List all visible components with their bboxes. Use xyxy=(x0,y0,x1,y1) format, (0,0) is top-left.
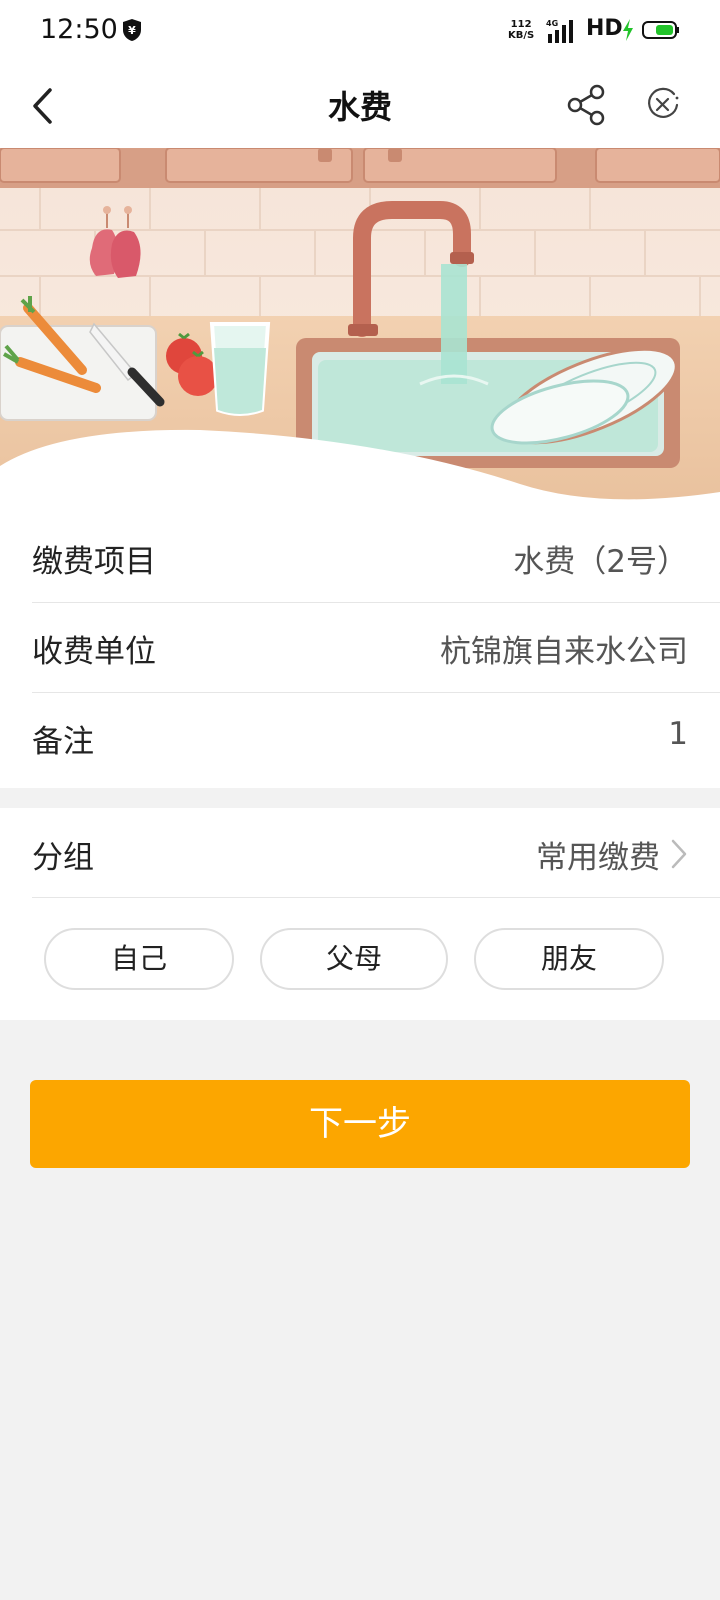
group-chip-self[interactable]: 自己 xyxy=(44,928,234,990)
detail-row-note[interactable]: 备注 1 xyxy=(32,692,720,782)
group-chip-friends[interactable]: 朋友 xyxy=(474,928,664,990)
note-value[interactable]: 1 xyxy=(668,716,688,752)
group-row[interactable]: 分组 常用缴费 xyxy=(32,808,720,898)
detail-row-payee: 收费单位 杭锦旗自来水公司 xyxy=(32,602,720,692)
detail-label: 收费单位 xyxy=(32,634,156,670)
detail-row-item: 缴费项目 水费（2号） xyxy=(32,512,720,602)
svg-text:4G: 4G xyxy=(546,19,558,28)
close-icon[interactable] xyxy=(644,86,682,124)
status-bar: 12:50 ¥ 112 KB/S 4G HD xyxy=(0,0,720,62)
signal-icon: 4G xyxy=(546,19,573,43)
bill-details-card: 缴费项目 水费（2号） 收费单位 杭锦旗自来水公司 备注 1 xyxy=(0,512,720,788)
detail-value: 水费（2号） xyxy=(513,544,688,580)
group-label: 分组 xyxy=(32,840,94,876)
group-card: 分组 常用缴费 自己 父母 朋友 xyxy=(0,808,720,1020)
nav-bar: 水费 xyxy=(0,62,720,148)
net-speed: 112 KB/S xyxy=(508,19,535,41)
detail-label: 缴费项目 xyxy=(32,544,156,580)
divider xyxy=(32,897,720,898)
kitchen-sink-banner xyxy=(0,148,720,512)
next-step-button[interactable]: 下一步 xyxy=(30,1080,690,1168)
page-title: 水费 xyxy=(327,88,392,126)
shield-yen-icon: ¥ xyxy=(123,19,141,41)
group-value[interactable]: 常用缴费 xyxy=(536,832,660,877)
chevron-right-icon xyxy=(671,839,687,869)
hd-indicator: HD xyxy=(586,16,623,41)
battery-icon xyxy=(642,21,679,39)
share-icon[interactable] xyxy=(566,84,606,126)
charging-icon xyxy=(623,19,633,41)
detail-value: 杭锦旗自来水公司 xyxy=(440,634,688,670)
group-chip-parents[interactable]: 父母 xyxy=(260,928,448,990)
detail-label: 备注 xyxy=(32,724,94,760)
status-time: 12:50 xyxy=(40,14,118,45)
svg-text:¥: ¥ xyxy=(128,24,136,37)
